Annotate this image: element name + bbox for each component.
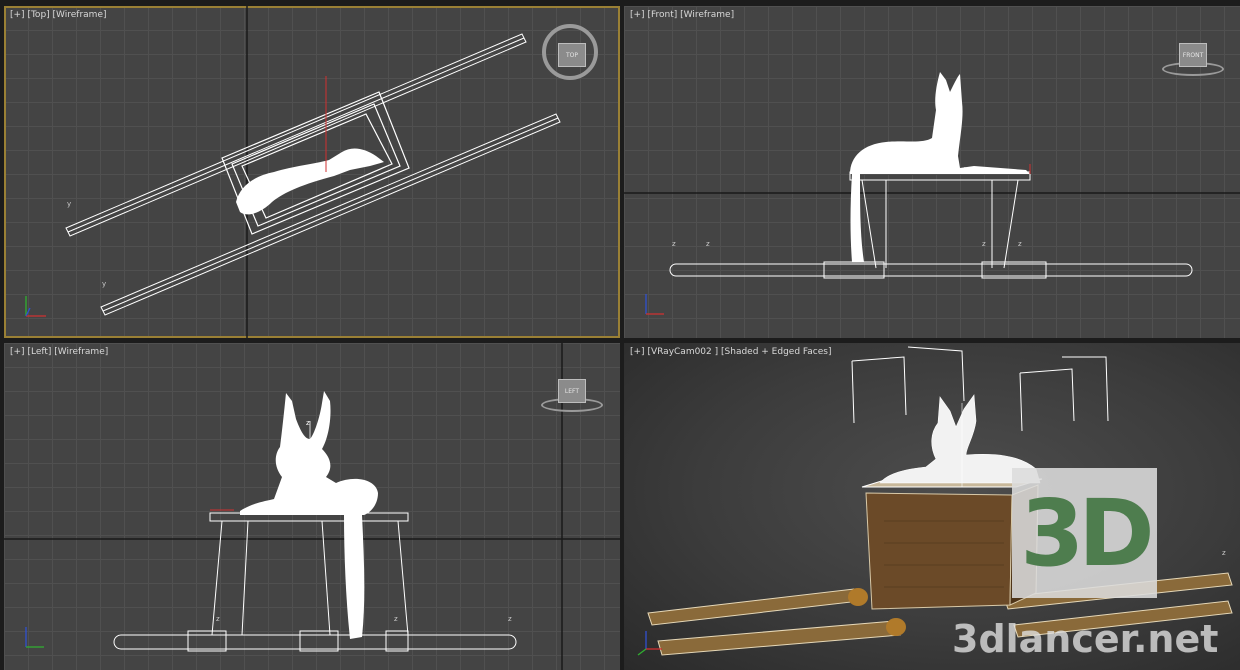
carry-pole-side	[113, 630, 517, 652]
view-name-label[interactable]: [Left]	[27, 347, 51, 357]
svg-text:z: z	[508, 615, 512, 623]
svg-text:x: x	[306, 505, 310, 513]
chest-front	[849, 171, 1031, 269]
viewport-left[interactable]: [+] [Left] [Wireframe] z z x z z z LEFT	[4, 343, 620, 670]
svg-text:z: z	[1222, 549, 1226, 557]
viewport-menu-button[interactable]: [+]	[10, 10, 25, 20]
view-name-label[interactable]: [VRayCam002 ]	[647, 347, 718, 357]
svg-text:z: z	[672, 240, 676, 248]
viewport-front[interactable]: [+] [Front] [Wireframe] z x z z z z FRON…	[624, 6, 1240, 338]
left-view-canvas: z z x z z z	[4, 343, 620, 670]
shading-mode-label[interactable]: [Wireframe]	[53, 10, 107, 20]
chest-body	[865, 492, 1013, 610]
svg-text:y: y	[67, 200, 71, 208]
carry-pole-front	[669, 261, 1193, 279]
viewcube-top[interactable]: TOP	[558, 43, 586, 67]
world-axis-tripod	[25, 296, 46, 317]
svg-text:z: z	[706, 240, 710, 248]
view-name-label[interactable]: [Front]	[647, 10, 677, 20]
carry-pole-lower	[100, 113, 561, 316]
svg-text:z: z	[306, 419, 310, 427]
viewport-label-top: [+] [Top] [Wireframe]	[10, 10, 107, 20]
svg-text:z: z	[216, 615, 220, 623]
viewport-menu-button[interactable]: [+]	[630, 10, 645, 20]
viewport-label-front: [+] [Front] [Wireframe]	[630, 10, 734, 20]
svg-text:z: z	[322, 160, 326, 168]
svg-text:z: z	[982, 240, 986, 248]
svg-text:z: z	[1018, 240, 1022, 248]
viewport-menu-button[interactable]: [+]	[10, 347, 25, 357]
world-axis-tripod	[25, 627, 44, 648]
world-axis-tripod	[645, 294, 664, 315]
svg-text:z: z	[394, 615, 398, 623]
viewcube-front[interactable]: FRONT	[1179, 43, 1207, 67]
viewport-label-left: [+] [Left] [Wireframe]	[10, 347, 108, 357]
viewport-top[interactable]: [+] [Top] [Wireframe] x z y y TOP	[4, 6, 620, 338]
viewcube-left[interactable]: LEFT	[558, 379, 586, 403]
view-name-label[interactable]: [Top]	[27, 10, 49, 20]
svg-text:y: y	[102, 280, 106, 288]
watermark-site-text: 3dlancer.net	[952, 617, 1219, 661]
chest-side	[209, 512, 409, 636]
anubis-tail-front	[850, 174, 864, 262]
top-view-canvas: x z y y	[25, 6, 561, 338]
anubis-silhouette-front	[850, 72, 1030, 174]
shading-mode-label[interactable]: [Wireframe]	[680, 10, 734, 20]
svg-text:x: x	[345, 160, 349, 168]
svg-text:z: z	[306, 485, 310, 493]
shading-mode-label[interactable]: [Shaded + Edged Faces]	[721, 347, 831, 357]
front-view-canvas: z x z z z z	[624, 72, 1240, 315]
svg-text:z: z	[942, 144, 946, 152]
svg-text:x: x	[964, 165, 968, 173]
anubis-silhouette-side	[240, 391, 378, 515]
viewport-label-camera: [+] [VRayCam002 ] [Shaded + Edged Faces]	[630, 347, 831, 357]
anubis-tail-side	[344, 515, 365, 639]
viewport-menu-button[interactable]: [+]	[630, 347, 645, 357]
light-gizmos	[851, 346, 1109, 432]
watermark-logo: 3D	[1012, 468, 1157, 598]
shading-mode-label[interactable]: [Wireframe]	[54, 347, 108, 357]
